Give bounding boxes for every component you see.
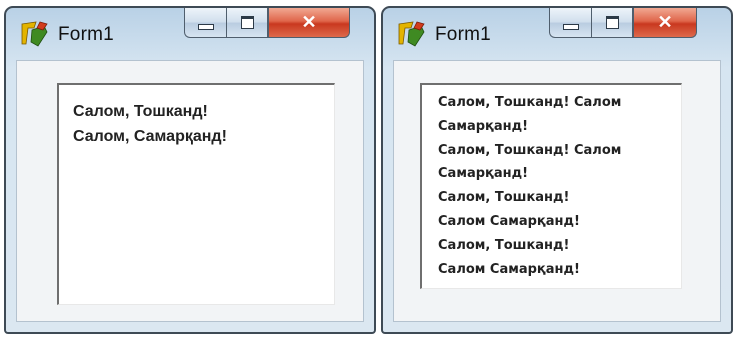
close-button[interactable]: ✕	[268, 8, 350, 38]
minimize-icon	[197, 23, 214, 30]
delphi-app-icon	[398, 21, 425, 47]
memo-line: Самарқанд!	[438, 166, 529, 182]
title-bar[interactable]: Form1 ✕	[383, 8, 731, 58]
form-client-area: Салом, Тошканд! Салом Самарқанд! Салом, …	[393, 60, 721, 322]
memo-line: Салом, Тошканд!	[73, 103, 208, 120]
form-window-right: Form1 ✕ Салом, Тошканд! Салом Самарқанд!…	[381, 6, 733, 334]
caption-buttons: ✕	[184, 8, 350, 46]
minimize-button[interactable]	[184, 8, 226, 38]
form-window-left: Form1 ✕ Салом, Тошканд! Салом, Самарқанд…	[4, 6, 376, 334]
memo-line: Салом, Тошканд! Салом	[438, 95, 622, 110]
memo-line: Салом, Самарқанд!	[73, 128, 227, 145]
memo-line: Салом Самарқанд!	[438, 261, 580, 277]
close-icon: ✕	[657, 12, 673, 32]
minimize-button[interactable]	[549, 8, 591, 38]
minimize-icon	[562, 23, 579, 30]
delphi-app-icon	[21, 21, 48, 47]
memo-box[interactable]: Салом, Тошканд! Салом, Самарқанд!	[57, 83, 335, 305]
memo-text: Салом, Тошканд! Салом Самарқанд! Салом, …	[438, 91, 621, 281]
title-bar[interactable]: Form1 ✕	[6, 8, 374, 58]
maximize-button[interactable]	[226, 8, 268, 38]
memo-line: Салом Самарқанд!	[438, 213, 580, 229]
memo-text: Салом, Тошканд! Салом, Самарқанд!	[73, 99, 227, 149]
caption-buttons: ✕	[549, 8, 697, 46]
maximize-button[interactable]	[591, 8, 633, 38]
window-title: Form1	[58, 24, 114, 45]
close-icon: ✕	[301, 12, 317, 32]
memo-line: Самарқанд!	[438, 118, 529, 134]
memo-box[interactable]: Салом, Тошканд! Салом Самарқанд! Салом, …	[420, 83, 682, 289]
maximize-icon	[240, 16, 254, 29]
memo-line: Салом, Тошканд! Салом	[438, 142, 622, 158]
close-button[interactable]: ✕	[633, 8, 697, 38]
memo-line: Салом, Тошканд!	[438, 237, 570, 253]
maximize-icon	[605, 16, 619, 29]
memo-line: Салом, Тошканд!	[438, 190, 570, 206]
form-client-area: Салом, Тошканд! Салом, Самарқанд!	[16, 60, 364, 322]
window-title: Form1	[435, 24, 491, 45]
